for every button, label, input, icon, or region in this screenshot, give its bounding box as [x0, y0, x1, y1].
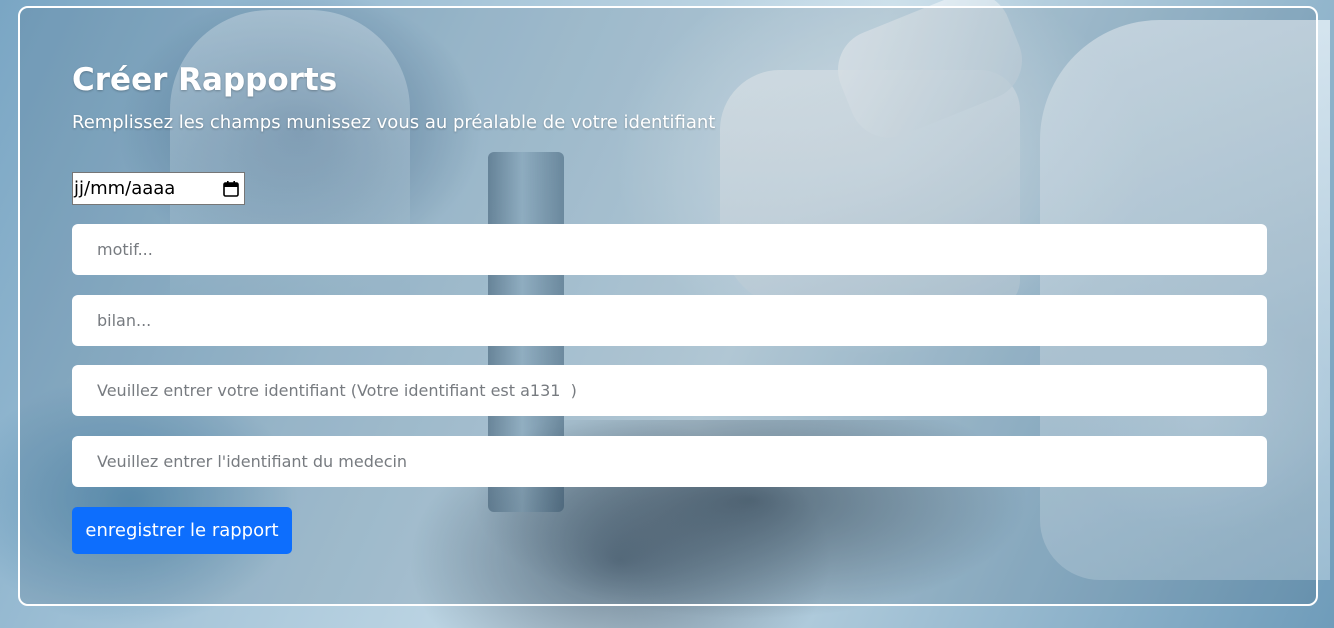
page-subtitle: Remplissez les champs munissez vous au p…	[72, 112, 716, 133]
date-input[interactable]: jj/mm/aaaa	[72, 172, 245, 205]
doctor-id-input[interactable]	[72, 436, 1267, 487]
save-report-button[interactable]: enregistrer le rapport	[72, 507, 292, 554]
page-title: Créer Rapports	[72, 62, 338, 98]
calendar-icon[interactable]	[222, 180, 240, 198]
user-id-input[interactable]	[72, 365, 1267, 416]
date-input-placeholder: jj/mm/aaaa	[74, 178, 176, 199]
bilan-input[interactable]	[72, 295, 1267, 346]
motif-input[interactable]	[72, 224, 1267, 275]
report-form-card: Créer Rapports Remplissez les champs mun…	[18, 6, 1318, 606]
